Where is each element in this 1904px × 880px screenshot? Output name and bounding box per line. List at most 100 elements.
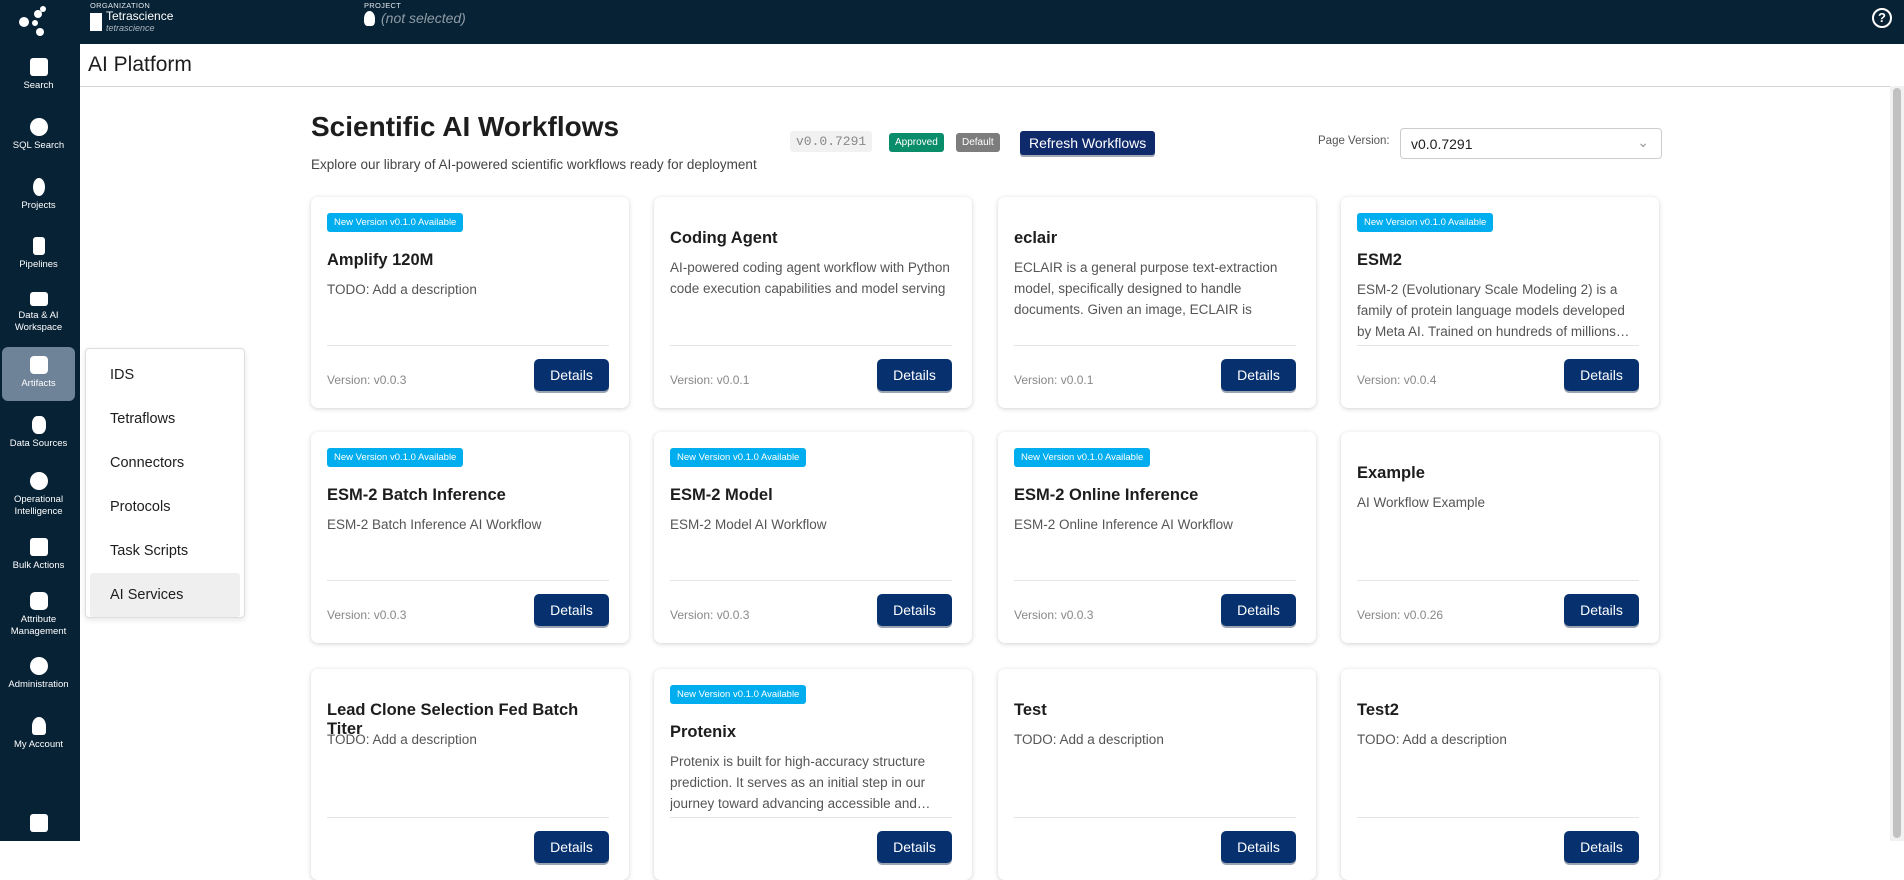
card-divider [327, 345, 609, 346]
sidebar-label: Attribute Management [10, 614, 67, 637]
card-divider [670, 345, 952, 346]
artifacts-menu: IDS Tetraflows Connectors Protocols Task… [85, 348, 245, 618]
menu-item-ai-services[interactable]: AI Services [90, 573, 240, 617]
card-divider [1357, 817, 1639, 818]
workflow-card[interactable]: Coding Agent AI-powered coding agent work… [654, 197, 972, 408]
chevron-down-icon: ⌄ [1637, 134, 1649, 150]
workflow-card[interactable]: eclair ECLAIR is a general purpose text-e… [998, 197, 1316, 408]
details-button[interactable]: Details [534, 359, 609, 391]
card-version: Version: v0.0.3 [327, 608, 407, 622]
workflow-card[interactable]: New Version v0.1.0 Available Protenix Prot… [654, 669, 972, 880]
sidebar-item-artifacts[interactable]: Artifacts [2, 347, 75, 401]
details-button[interactable]: Details [877, 831, 952, 863]
details-button[interactable]: Details [1564, 359, 1639, 391]
aperture-icon [29, 472, 48, 490]
card-version: Version: v0.0.26 [1357, 608, 1444, 622]
workflow-card[interactable]: Test TODO: Add a description Details [998, 669, 1316, 880]
details-button[interactable]: Details [1564, 831, 1639, 863]
sidebar-item-pipelines[interactable]: Pipelines [2, 231, 75, 271]
new-version-badge: New Version v0.1.0 Available [1357, 213, 1494, 232]
sidebar-label: Search [23, 80, 54, 91]
card-description: AI-powered coding agent workflow with Py… [670, 260, 950, 296]
sidebar-item-administration[interactable]: Administration [2, 651, 75, 691]
sidebar-item-data-ai-workspace[interactable]: Data & AI Workspace [2, 286, 75, 334]
sidebar-item-search[interactable]: Search [2, 52, 75, 92]
menu-item-ids[interactable]: IDS [90, 353, 240, 397]
menu-item-tetraflows[interactable]: Tetraflows [90, 397, 240, 441]
card-description: TODO: Add a description [327, 732, 477, 747]
lightbulb-icon [364, 10, 375, 26]
details-button[interactable]: Details [534, 594, 609, 626]
details-button[interactable]: Details [1564, 594, 1639, 626]
sidebar-item-bulk-actions[interactable]: Bulk Actions [2, 532, 75, 572]
card-version: Version: v0.0.3 [670, 608, 750, 622]
approved-badge: Approved [889, 133, 944, 152]
lightbulb-icon [32, 178, 45, 196]
card-version: Version: v0.0.3 [327, 373, 407, 387]
card-title: Protenix [670, 723, 737, 741]
tetrascience-logo-icon[interactable] [18, 6, 62, 38]
workflows-title: Scientific AI Workflows [311, 111, 620, 142]
workflow-card[interactable]: New Version v0.1.0 Available Amplify 120M… [311, 197, 629, 408]
page-version-value: v0.0.7291 [1411, 136, 1473, 152]
cube-icon [29, 356, 48, 374]
card-title: ESM-2 Online Inference [1014, 486, 1199, 504]
sidebar-label: Operational Intelligence [13, 494, 64, 517]
card-title: Test2 [1357, 701, 1399, 719]
project-selector[interactable]: PROJECT (not selected) [364, 1, 466, 26]
menu-item-protocols[interactable]: Protocols [90, 485, 240, 529]
new-version-badge: New Version v0.1.0 Available [670, 448, 807, 467]
sidebar-item-operational-intelligence[interactable]: Operational Intelligence [2, 466, 75, 518]
workflow-card[interactable]: New Version v0.1.0 Available ESM-2 Batch … [311, 432, 629, 643]
scrollbar[interactable] [1890, 86, 1904, 841]
gear-icon [29, 657, 48, 675]
sidebar-item-attribute-management[interactable]: Attribute Management [2, 586, 75, 638]
sidebar: Search SQL Search Projects Pipelines Dat… [0, 44, 80, 841]
organization-selector[interactable]: ORGANIZATION Tetrascience tetrascience [90, 1, 173, 33]
sidebar-label: Pipelines [19, 259, 58, 270]
sidebar-item-my-account[interactable]: My Account [2, 711, 75, 751]
card-title: Test [1014, 701, 1047, 719]
refresh-workflows-button[interactable]: Refresh Workflows [1020, 131, 1156, 155]
sidebar-item-data-sources[interactable]: Data Sources [2, 410, 75, 450]
default-badge: Default [956, 133, 1000, 152]
card-description: TODO: Add a description [327, 282, 477, 297]
page-title: AI Platform [88, 53, 192, 76]
sidebar-item-sql-search[interactable]: SQL Search [2, 112, 75, 152]
card-version: Version: v0.0.1 [670, 373, 750, 387]
workflow-card[interactable]: Test2 TODO: Add a description Details [1341, 669, 1659, 880]
sidebar-item-projects[interactable]: Projects [2, 172, 75, 212]
sidebar-label: Projects [21, 200, 56, 211]
project-label: PROJECT [364, 1, 402, 10]
details-button[interactable]: Details [534, 831, 609, 863]
sidebar-label: Artifacts [21, 378, 56, 389]
details-button[interactable]: Details [1221, 594, 1296, 626]
card-description: Protenix is built for high-accuracy stru… [670, 754, 931, 811]
page-version-select[interactable]: v0.0.7291 ⌄ [1400, 128, 1662, 159]
workflow-card[interactable]: Example AI Workflow Example Version: v0.0.… [1341, 432, 1659, 643]
details-button[interactable]: Details [877, 359, 952, 391]
sidebar-label: SQL Search [12, 140, 65, 151]
workflow-card[interactable]: New Version v0.1.0 Available ESM2 ESM-2 (E… [1341, 197, 1659, 408]
menu-item-connectors[interactable]: Connectors [90, 441, 240, 485]
card-title: ESM-2 Model [670, 486, 773, 504]
card-description: ESM-2 Online Inference AI Workflow [1014, 517, 1233, 532]
help-icon[interactable]: ? [1872, 8, 1892, 28]
details-button[interactable]: Details [1221, 831, 1296, 863]
new-version-badge: New Version v0.1.0 Available [327, 448, 464, 467]
workflow-card[interactable]: New Version v0.1.0 Available ESM-2 Model E… [654, 432, 972, 643]
card-description: ESM-2 Model AI Workflow [670, 517, 827, 532]
menu-item-task-scripts[interactable]: Task Scripts [90, 529, 240, 573]
card-divider [1357, 580, 1639, 581]
logout-button[interactable] [2, 808, 75, 836]
logout-arrow-icon [29, 814, 48, 832]
version-tag: v0.0.7291 [790, 131, 873, 152]
sql-search-icon [29, 118, 48, 136]
details-button[interactable]: Details [1221, 359, 1296, 391]
workflow-card[interactable]: Lead Clone Selection Fed Batch Titer TODO… [311, 669, 629, 880]
workflow-card[interactable]: New Version v0.1.0 Available ESM-2 Online… [998, 432, 1316, 643]
details-button[interactable]: Details [877, 594, 952, 626]
sidebar-label: Administration [8, 679, 69, 690]
top-bar: ORGANIZATION Tetrascience tetrascience PR… [0, 0, 1904, 44]
scrollbar-thumb[interactable] [1893, 88, 1901, 838]
